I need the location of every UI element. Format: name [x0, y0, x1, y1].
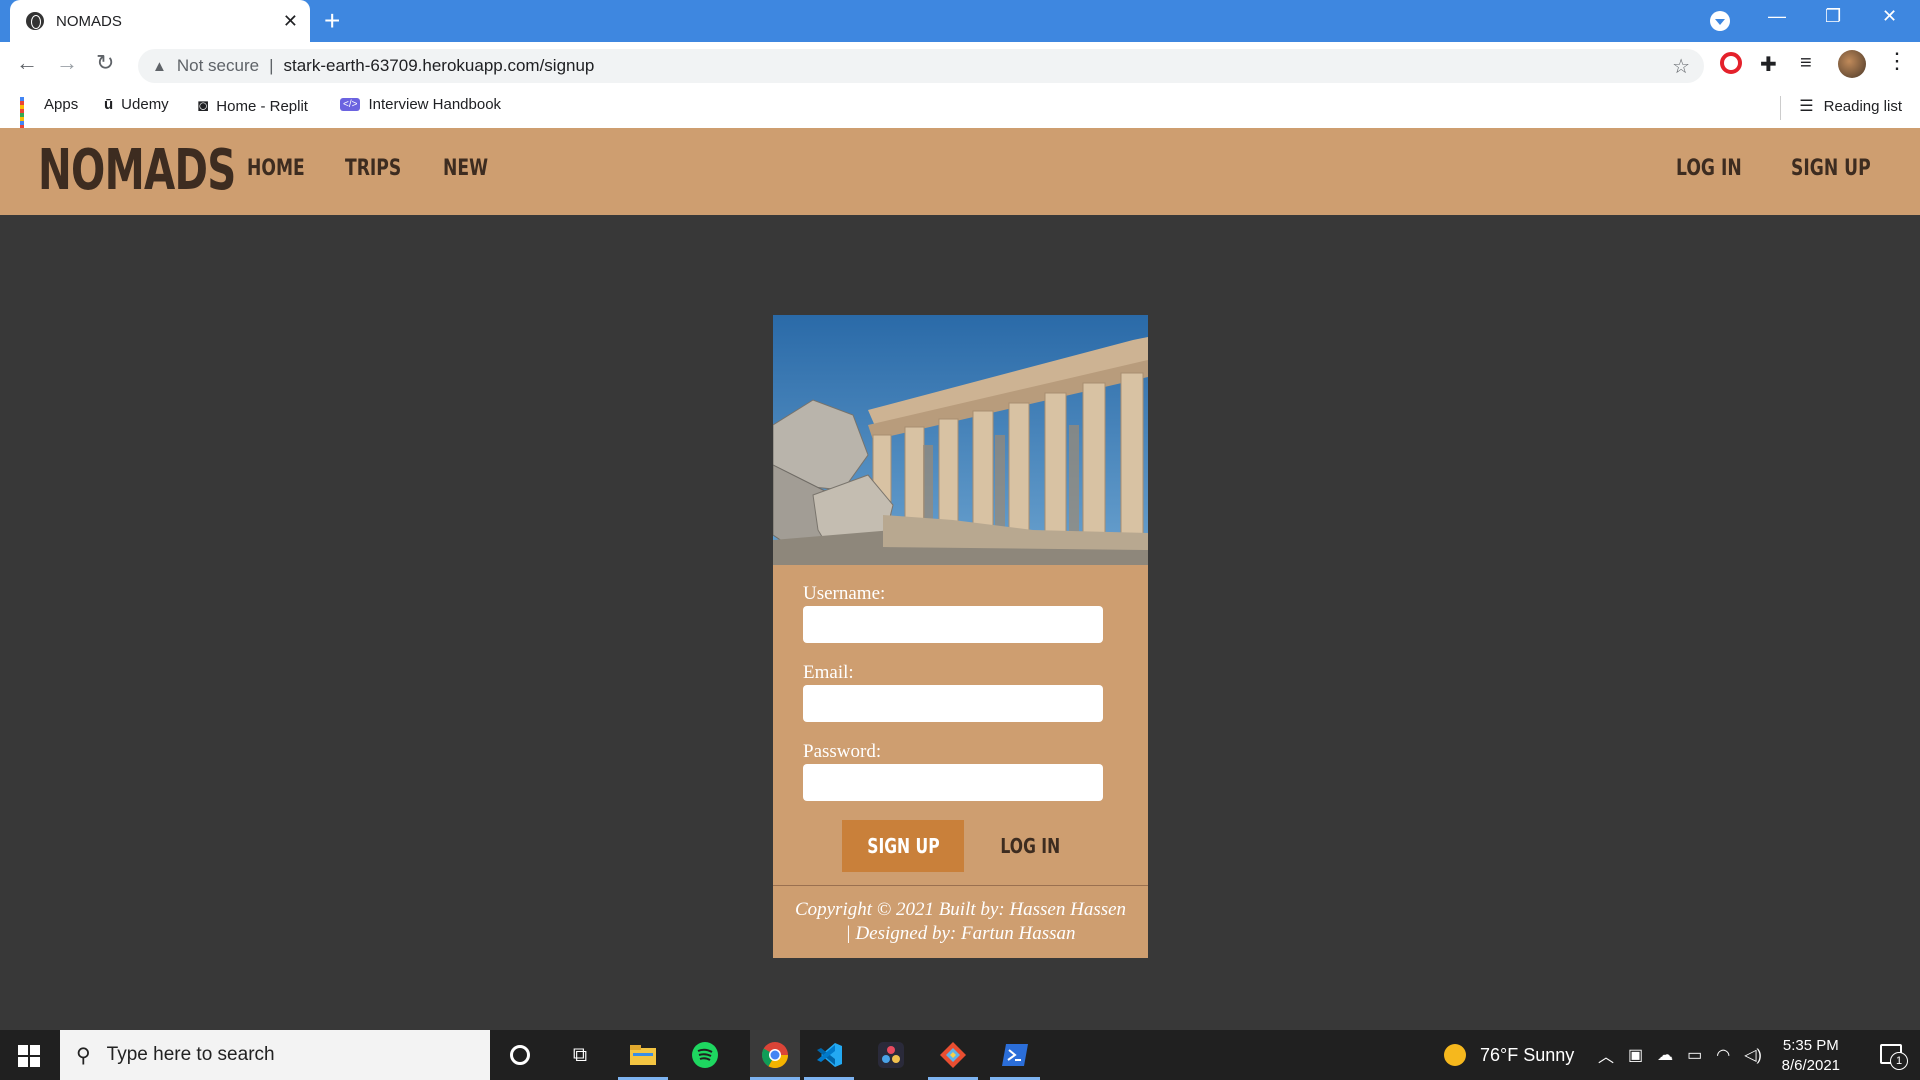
nav-log-in[interactable]: LOG IN — [1676, 156, 1742, 181]
bookmark-udemy[interactable]: ū Udemy — [104, 96, 169, 113]
vscode-icon[interactable] — [804, 1039, 854, 1080]
address-separator: | — [269, 56, 274, 75]
site-logo[interactable]: NOMADS — [38, 138, 236, 203]
bookmark-interview-handbook[interactable]: </> Interview Handbook — [340, 96, 501, 113]
onedrive-cloud-icon[interactable]: ☁ — [1657, 1045, 1673, 1065]
bookmark-label: Home - Replit — [216, 97, 308, 115]
password-label: Password: — [803, 741, 882, 762]
username-label: Username: — [803, 583, 886, 604]
clock-time: 5:35 PM — [1782, 1037, 1839, 1054]
sign-up-button[interactable]: SIGN UP — [842, 820, 964, 872]
browser-tab-strip: NOMADS ✕ + — ❐ ✕ — [0, 0, 1920, 42]
search-placeholder: Type here to search — [106, 1044, 275, 1065]
cortana-icon[interactable] — [503, 1039, 537, 1071]
git-kraken-icon[interactable] — [928, 1039, 978, 1080]
powershell-icon[interactable] — [990, 1039, 1040, 1080]
volume-icon[interactable]: ◁) — [1744, 1045, 1762, 1065]
meet-now-icon[interactable]: ▣ — [1628, 1045, 1643, 1065]
address-bar[interactable]: ▲ Not secure | stark-earth-63709.herokua… — [138, 49, 1704, 83]
bookmark-replit[interactable]: ◙ Home - Replit — [198, 96, 308, 116]
back-icon[interactable]: ← — [16, 50, 38, 76]
extensions-puzzle-icon[interactable]: ✚ — [1760, 52, 1777, 77]
battery-icon[interactable]: ▭ — [1687, 1045, 1702, 1065]
nav-home[interactable]: HOME — [247, 156, 305, 181]
warning-icon[interactable]: ▲ — [152, 58, 167, 75]
parthenon-illustration — [773, 315, 1148, 565]
browser-tab[interactable]: NOMADS ✕ — [10, 0, 310, 42]
chrome-taskbar-icon[interactable] — [750, 1030, 800, 1080]
file-explorer-icon[interactable] — [618, 1039, 668, 1080]
opera-extension-icon[interactable] — [1720, 52, 1742, 74]
windows-taskbar: ⚲ Type here to search ⧉ 76°F Sunny ︿ ▣ ☁… — [0, 1030, 1920, 1080]
apps-grid-icon — [20, 96, 36, 133]
taskbar-search-box[interactable]: ⚲ Type here to search — [60, 1030, 490, 1080]
clock-date: 8/6/2021 — [1781, 1057, 1840, 1074]
signup-card: Username: Email: Password: SIGN UP LOG I… — [773, 315, 1148, 958]
globe-icon — [26, 12, 44, 30]
system-tray: ︿ ▣ ☁ ▭ ◠ ◁) — [1598, 1030, 1762, 1080]
reading-list-button[interactable]: ☰ Reading list — [1799, 96, 1902, 116]
nav-sign-up[interactable]: SIGN UP — [1791, 156, 1871, 181]
browser-toolbar: ← → ↻ ▲ Not secure | stark-earth-63709.h… — [0, 42, 1920, 90]
reading-list-label: Reading list — [1823, 97, 1902, 115]
notification-count-badge: 1 — [1890, 1052, 1908, 1070]
search-icon: ⚲ — [76, 1044, 91, 1067]
close-tab-icon[interactable]: ✕ — [283, 11, 298, 32]
nav-new[interactable]: NEW — [443, 156, 488, 181]
task-view-icon[interactable]: ⧉ — [563, 1039, 597, 1071]
show-hidden-icons-icon[interactable]: ︿ — [1598, 1043, 1614, 1067]
log-in-link[interactable]: LOG IN — [978, 820, 1083, 872]
bookmark-label: Udemy — [121, 96, 169, 113]
copyright-text: Copyright © 2021 Built by: Hassen Hassen — [794, 899, 1127, 920]
wifi-icon[interactable]: ◠ — [1716, 1045, 1730, 1065]
udemy-icon: ū — [104, 96, 114, 113]
bookmark-apps[interactable]: Apps — [20, 96, 79, 133]
restore-icon[interactable]: ❐ — [1825, 6, 1841, 27]
reload-icon[interactable]: ↻ — [96, 50, 114, 76]
notification-center-icon[interactable]: 1 — [1880, 1044, 1908, 1070]
weather-widget[interactable]: 76°F Sunny — [1444, 1030, 1574, 1080]
window-close-icon[interactable]: ✕ — [1882, 6, 1897, 27]
parthenon-image — [773, 315, 1148, 565]
nav-trips[interactable]: TRIPS — [345, 156, 401, 181]
replit-icon: ◙ — [198, 96, 209, 115]
tab-search-icon[interactable] — [1710, 11, 1730, 31]
sign-up-button-label: SIGN UP — [866, 834, 940, 858]
bookmarks-bar: Apps ū Udemy ◙ Home - Replit </> Intervi… — [0, 90, 1920, 133]
davinci-resolve-icon[interactable] — [874, 1039, 908, 1071]
bookmark-label: Apps — [44, 96, 79, 113]
bookmark-label: Interview Handbook — [368, 96, 502, 113]
bookmarks-divider — [1780, 96, 1781, 120]
sun-icon — [1444, 1044, 1466, 1066]
weather-text: 76°F Sunny — [1480, 1044, 1575, 1065]
forward-icon[interactable]: → — [56, 50, 78, 76]
email-input[interactable] — [803, 685, 1103, 722]
site-navbar: NOMADS HOME TRIPS NEW LOG IN SIGN UP — [0, 128, 1920, 215]
profile-avatar[interactable] — [1838, 50, 1866, 78]
spotify-icon[interactable] — [688, 1039, 722, 1071]
bookmark-star-icon[interactable]: ☆ — [1672, 54, 1690, 79]
taskbar-clock[interactable]: 5:35 PM 8/6/2021 — [1782, 1036, 1840, 1076]
tab-title: NOMADS — [56, 12, 122, 30]
reading-list-icon: ☰ — [1799, 98, 1814, 115]
log-in-link-label: LOG IN — [1000, 834, 1061, 858]
minimize-icon[interactable]: — — [1768, 6, 1786, 27]
security-label[interactable]: Not secure — [177, 56, 259, 76]
code-icon: </> — [340, 98, 361, 111]
media-control-icon[interactable]: ≡ — [1800, 52, 1812, 75]
windows-start-icon[interactable] — [18, 1045, 40, 1067]
card-footer: Copyright © 2021 Built by: Hassen Hassen… — [773, 885, 1148, 958]
url-text[interactable]: stark-earth-63709.herokuapp.com/signup — [283, 56, 594, 76]
new-tab-icon[interactable]: + — [324, 6, 340, 36]
username-input[interactable] — [803, 606, 1103, 643]
email-label: Email: — [803, 662, 854, 683]
password-input[interactable] — [803, 764, 1103, 801]
chrome-menu-icon[interactable]: ⋮ — [1886, 48, 1908, 74]
designer-credit-text: | Designed by: Fartun Hassan — [845, 923, 1076, 944]
